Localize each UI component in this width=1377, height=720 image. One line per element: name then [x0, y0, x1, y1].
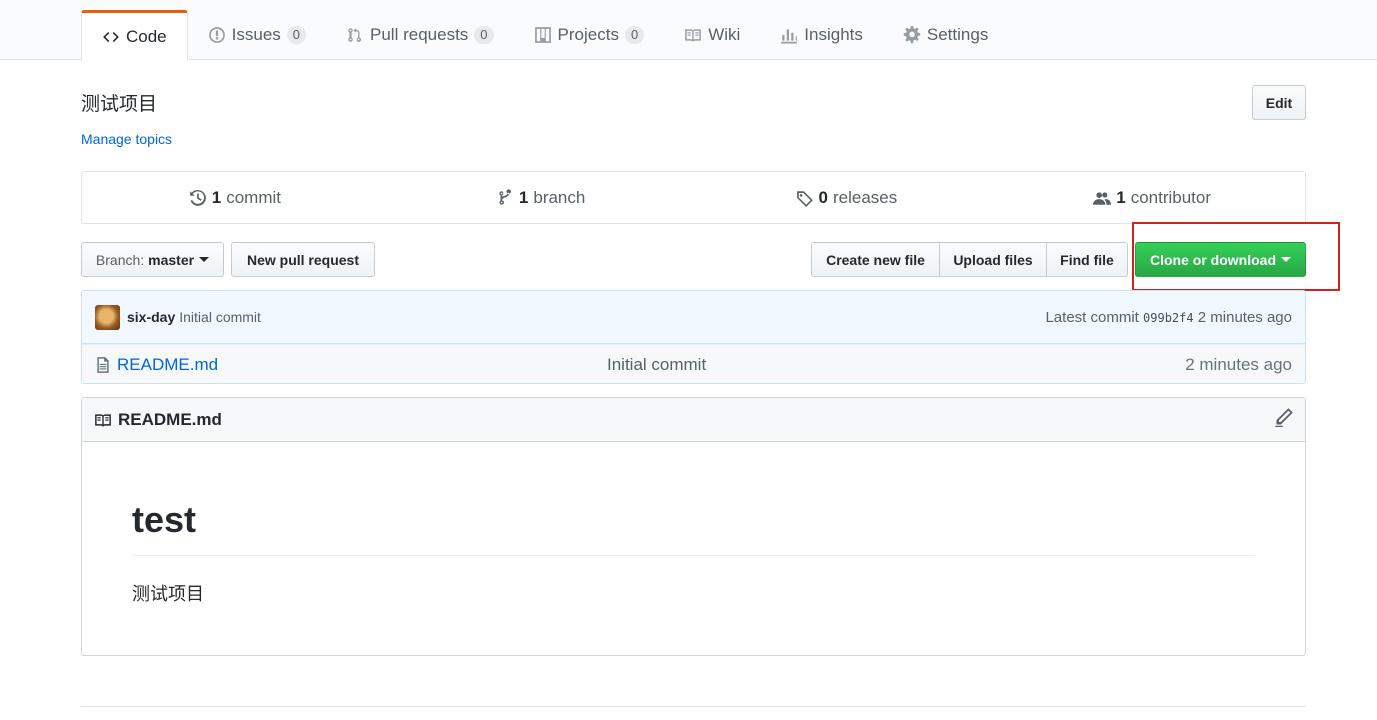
new-pull-request-button[interactable]: New pull request	[231, 242, 375, 277]
contributors-label: contributor	[1130, 187, 1212, 207]
footer-divider	[81, 706, 1306, 707]
tab-label: Insights	[804, 25, 863, 44]
tab-code[interactable]: Code	[81, 10, 188, 61]
commit-sha[interactable]: 099b2f4	[1143, 311, 1194, 325]
branch-label: Branch:	[95, 251, 145, 268]
tab-label: Pull requests	[370, 25, 469, 44]
branches-count: 1	[518, 187, 529, 207]
file-age: 2 minutes ago	[1185, 354, 1292, 374]
edit-button[interactable]: Edit	[1252, 85, 1306, 120]
commits-label: commit	[226, 187, 281, 207]
tab-label: Settings	[926, 25, 989, 44]
readme-heading: test	[132, 442, 1255, 556]
issue-icon	[208, 27, 225, 43]
file-browser: six-day Initial commit Latest commit 099…	[81, 290, 1306, 384]
commit-author[interactable]: six-day	[127, 309, 175, 325]
book-icon	[685, 29, 702, 42]
commits-link[interactable]: 1 commit	[82, 172, 388, 223]
commit-tease: six-day Initial commit Latest commit 099…	[82, 291, 1305, 344]
tab-insights[interactable]: Insights	[760, 10, 883, 60]
commit-message[interactable]: Initial commit	[179, 309, 261, 325]
branch-value: master	[148, 251, 195, 268]
readme-box: README.md test 测试项目	[81, 397, 1306, 656]
repo-nav: Code Issues 0 Pull requests 0 Projects 0…	[0, 0, 1377, 61]
pull-request-icon	[348, 28, 362, 42]
tab-projects[interactable]: Projects 0	[514, 10, 665, 60]
find-file-button[interactable]: Find file	[1046, 242, 1128, 277]
branches-label: branch	[533, 187, 586, 207]
file-commit-message[interactable]: Initial commit	[607, 355, 706, 375]
contributors-link[interactable]: 1 contributor	[999, 172, 1305, 223]
releases-link[interactable]: 0 releases	[694, 172, 1000, 223]
table-row: README.md Initial commit 2 minutes ago	[82, 344, 1305, 383]
projects-counter: 0	[624, 26, 645, 44]
project-icon	[534, 27, 551, 43]
readme-paragraph: 测试项目	[132, 584, 204, 604]
code-icon	[103, 31, 119, 42]
tab-label: Wiki	[708, 25, 741, 44]
tab-settings[interactable]: Settings	[883, 10, 1008, 60]
highlight-box	[1132, 222, 1340, 291]
releases-label: releases	[832, 187, 898, 207]
edit-readme-button[interactable]	[1274, 407, 1294, 432]
contributors-count: 1	[1116, 187, 1126, 207]
tab-issues[interactable]: Issues 0	[188, 10, 326, 60]
create-new-file-button[interactable]: Create new file	[811, 242, 940, 277]
repo-description: 测试项目	[81, 94, 158, 115]
pencil-icon	[1275, 408, 1293, 427]
latest-commit: Latest commit 099b2f4 2 minutes ago	[1045, 309, 1292, 326]
tab-label: Issues	[231, 25, 281, 44]
tab-pull-requests[interactable]: Pull requests 0	[326, 10, 514, 60]
branch-icon	[499, 188, 511, 205]
readme-content: test 测试项目	[82, 442, 1305, 606]
commit-age: 2 minutes ago	[1197, 308, 1292, 326]
avatar[interactable]	[95, 304, 120, 330]
gear-icon	[903, 26, 921, 44]
repo-tabs: Code Issues 0 Pull requests 0 Projects 0…	[81, 10, 1008, 61]
numbers-summary: 1 commit 1 branch 0 releases 1 contribut…	[81, 171, 1306, 224]
latest-commit-label: Latest commit	[1045, 308, 1139, 326]
tab-wiki[interactable]: Wiki	[664, 10, 760, 60]
history-icon	[189, 189, 206, 206]
file-icon	[97, 356, 109, 373]
caret-down-icon	[199, 257, 210, 262]
readme-header: README.md	[82, 398, 1305, 442]
tab-label: Code	[126, 26, 167, 46]
manage-topics-link[interactable]: Manage topics	[81, 131, 172, 147]
releases-count: 0	[818, 187, 828, 207]
tag-icon	[796, 190, 813, 207]
book-icon	[95, 413, 111, 427]
branches-link[interactable]: 1 branch	[388, 172, 694, 223]
pull-requests-counter: 0	[474, 26, 494, 44]
commits-count: 1	[211, 187, 222, 207]
upload-files-button[interactable]: Upload files	[939, 242, 1047, 277]
people-icon	[1093, 191, 1112, 205]
file-name-link[interactable]: README.md	[117, 355, 607, 375]
tab-label: Projects	[557, 25, 619, 44]
graph-icon	[781, 29, 798, 44]
branch-select-button[interactable]: Branch: master	[81, 242, 224, 277]
issues-counter: 0	[286, 26, 307, 44]
readme-filename: README.md	[118, 409, 222, 429]
